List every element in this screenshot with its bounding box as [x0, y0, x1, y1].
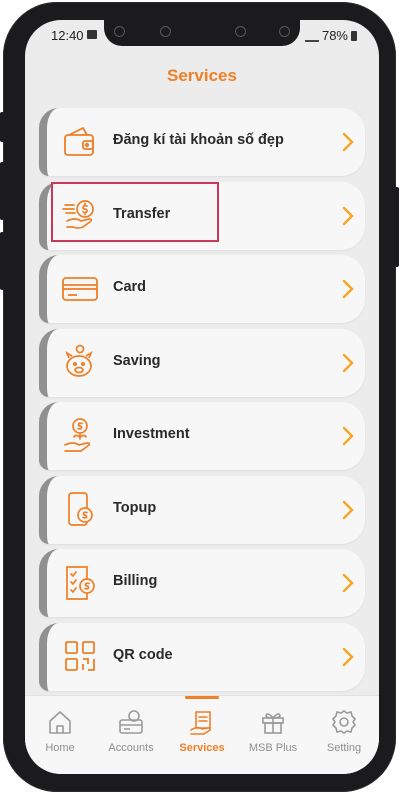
service-label: QR code	[113, 646, 173, 663]
chevron-right-icon	[342, 647, 354, 666]
tab-home[interactable]: Home	[25, 696, 95, 774]
service-label: Billing	[113, 573, 158, 589]
camera-lens-icon	[235, 26, 246, 37]
battery-icon	[351, 30, 357, 41]
service-item-card[interactable]: Card	[39, 255, 365, 323]
camera-lens-icon	[279, 26, 290, 37]
accounts-icon	[119, 710, 143, 734]
chevron-right-icon	[342, 206, 354, 225]
tab-label: Services	[179, 742, 225, 754]
signal-icon	[304, 30, 319, 42]
service-item-billing[interactable]: Billing	[39, 549, 365, 617]
side-button	[0, 162, 4, 220]
chevron-right-icon	[342, 353, 354, 372]
tab-msb-plus[interactable]: MSB Plus	[238, 696, 308, 774]
service-item-topup[interactable]: Topup	[39, 475, 365, 544]
tab-services[interactable]: Services	[167, 696, 237, 774]
status-time: 12:40	[51, 28, 84, 43]
wallet-icon	[64, 127, 94, 156]
service-item-investment[interactable]: Investment	[39, 402, 365, 470]
bottom-tab-bar: Home Accounts Services MSB Plus Setting	[25, 695, 379, 774]
qr-code-icon	[65, 640, 95, 671]
camera-lens-icon	[114, 26, 125, 37]
tab-label: MSB Plus	[248, 742, 298, 754]
tab-label: Home	[45, 742, 75, 754]
battery-level: 78%	[321, 28, 348, 43]
services-icon	[190, 711, 212, 735]
chevron-right-icon	[342, 426, 354, 446]
chevron-right-icon	[342, 573, 354, 593]
chevron-right-icon	[342, 500, 354, 519]
camera-lens-icon	[160, 26, 171, 37]
camera-notch	[104, 20, 300, 46]
image-notification-icon	[87, 30, 97, 39]
service-item-account-number[interactable]: Đăng kí tài khoản số đẹp	[39, 108, 365, 176]
side-button	[0, 232, 4, 290]
service-label: Card	[113, 279, 147, 295]
tab-accounts[interactable]: Accounts	[96, 696, 166, 774]
transfer-highlight-box	[51, 182, 219, 242]
active-tab-indicator	[185, 696, 219, 699]
service-label: Saving	[113, 352, 161, 369]
status-right: 78%	[304, 28, 357, 43]
phone-topup-icon	[68, 491, 93, 526]
gift-icon	[262, 713, 284, 734]
side-button	[0, 112, 4, 142]
card-icon	[62, 277, 98, 301]
gear-icon	[331, 710, 357, 734]
phone-frame: 12:40 78% Services Đăng kí tài khoản số …	[0, 2, 399, 792]
chevron-right-icon	[342, 132, 354, 152]
service-item-saving[interactable]: Saving	[39, 328, 365, 397]
chevron-right-icon	[342, 279, 354, 299]
piggy-bank-icon	[65, 344, 93, 377]
side-button	[395, 187, 399, 267]
service-label: Investment	[113, 426, 190, 442]
home-icon	[49, 711, 71, 734]
tab-setting[interactable]: Setting	[309, 696, 379, 774]
app-screen: 12:40 78% Services Đăng kí tài khoản số …	[25, 20, 379, 774]
service-item-qr-code[interactable]: QR code	[39, 622, 365, 691]
service-label: Topup	[113, 499, 157, 516]
investment-icon	[64, 418, 91, 452]
service-label: Đăng kí tài khoản số đẹp	[113, 132, 284, 148]
billing-icon	[66, 566, 95, 600]
tab-label: Accounts	[108, 742, 154, 754]
tab-label: Setting	[326, 742, 362, 754]
page-title: Services	[167, 66, 237, 85]
